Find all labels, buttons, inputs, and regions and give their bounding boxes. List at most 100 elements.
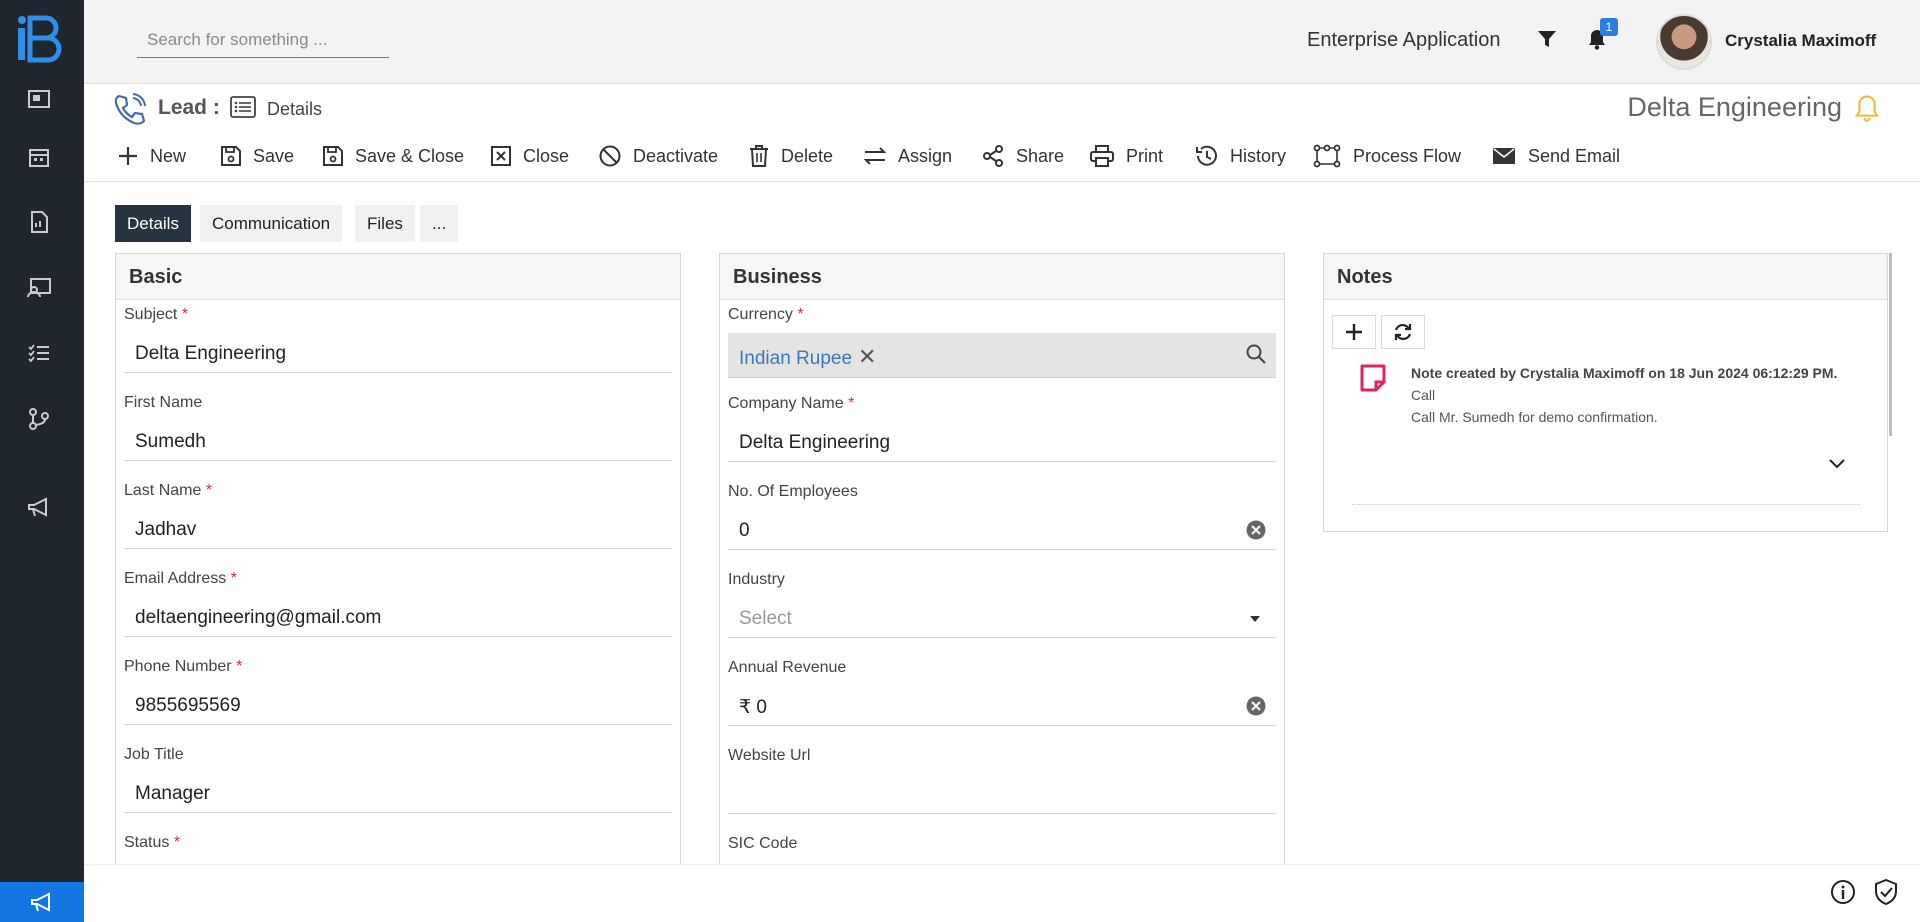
- phone-input[interactable]: 9855695569: [124, 685, 672, 725]
- process-flow-button[interactable]: Process Flow: [1313, 136, 1461, 176]
- list-details-icon: [230, 96, 256, 118]
- phone-lead-icon: [114, 93, 146, 125]
- field-label: Industry: [728, 571, 785, 588]
- trash-icon: [750, 145, 768, 167]
- employees-value: 0: [739, 520, 750, 541]
- field-label: Currency: [728, 306, 793, 323]
- ban-icon: [599, 145, 621, 167]
- app-name[interactable]: Enterprise Application: [1307, 29, 1500, 52]
- calendar-icon[interactable]: [12, 137, 66, 177]
- revenue-value: ₹ 0: [739, 697, 767, 718]
- last-name-input[interactable]: Jadhav: [124, 509, 672, 549]
- contacts-icon[interactable]: [12, 268, 66, 308]
- notification-badge: 1: [1600, 18, 1618, 36]
- info-icon[interactable]: [1830, 879, 1856, 905]
- field-label: SIC Code: [728, 835, 798, 852]
- industry-placeholder: Select: [739, 608, 792, 629]
- shield-check-icon[interactable]: [1874, 879, 1898, 905]
- field-label: Email Address: [124, 570, 227, 587]
- share-button[interactable]: Share: [982, 136, 1064, 176]
- history-label: History: [1230, 145, 1287, 166]
- close-button[interactable]: Close: [491, 136, 569, 176]
- job-title-input[interactable]: Manager: [124, 773, 672, 813]
- process-flow-icon: [1313, 144, 1341, 168]
- announcement-button[interactable]: [0, 882, 84, 922]
- add-note-button[interactable]: [1332, 315, 1376, 349]
- industry-select[interactable]: Select: [728, 598, 1276, 638]
- footer: [84, 864, 1920, 922]
- chevron-down-icon[interactable]: [1828, 458, 1846, 470]
- refresh-notes-button[interactable]: [1381, 315, 1425, 349]
- dropdown-caret-icon: [1250, 616, 1260, 622]
- send-email-label: Send Email: [1528, 145, 1621, 166]
- filter-icon[interactable]: [1537, 29, 1557, 49]
- employees-field: No. Of Employees 0: [728, 483, 1276, 550]
- process-flow-label: Process Flow: [1353, 145, 1462, 166]
- business-panel: Business Currency * Indian Rupee ✕ Compan…: [719, 253, 1285, 865]
- app-logo-icon[interactable]: [16, 14, 64, 64]
- subject-field: Subject * Delta Engineering: [124, 306, 672, 373]
- first-name-field: First Name Sumedh: [124, 394, 672, 461]
- revenue-input[interactable]: ₹ 0: [728, 686, 1276, 726]
- subject-input[interactable]: Delta Engineering: [124, 333, 672, 373]
- view-name[interactable]: Details: [267, 99, 322, 120]
- field-label: Annual Revenue: [728, 659, 847, 676]
- tab-more[interactable]: ...: [420, 205, 459, 242]
- tab-communication[interactable]: Communication: [200, 205, 343, 242]
- refresh-icon: [1394, 323, 1412, 341]
- print-button[interactable]: Print: [1090, 136, 1163, 176]
- save-close-button[interactable]: Save & Close: [323, 136, 464, 176]
- last-name-field: Last Name * Jadhav: [124, 482, 672, 549]
- deactivate-button[interactable]: Deactivate: [599, 136, 718, 176]
- new-button[interactable]: New: [118, 136, 186, 176]
- save-icon: [323, 146, 343, 166]
- status-field: Status *: [124, 834, 181, 851]
- first-name-input[interactable]: Sumedh: [124, 421, 672, 461]
- record-bell-icon[interactable]: [1855, 94, 1879, 122]
- scrollbar[interactable]: [1889, 253, 1892, 436]
- clear-icon[interactable]: [1246, 696, 1266, 716]
- tasks-icon[interactable]: [12, 333, 66, 373]
- tab-files[interactable]: Files: [355, 205, 415, 242]
- phone-field: Phone Number * 9855695569: [124, 658, 672, 725]
- tab-details[interactable]: Details: [115, 205, 191, 242]
- save-label: Save: [253, 145, 295, 166]
- new-label: New: [150, 145, 187, 166]
- delete-button[interactable]: Delete: [749, 136, 833, 176]
- search-input[interactable]: [137, 22, 389, 58]
- workflow-icon[interactable]: [12, 399, 66, 439]
- deactivate-label: Deactivate: [633, 145, 719, 166]
- employees-input[interactable]: 0: [728, 510, 1276, 550]
- field-label: Subject: [124, 306, 178, 323]
- dashboard-icon[interactable]: [12, 80, 66, 120]
- plus-icon: [1346, 324, 1362, 340]
- share-label: Share: [1016, 145, 1065, 166]
- website-input[interactable]: [728, 774, 1276, 814]
- assign-button[interactable]: Assign: [864, 136, 952, 176]
- email-input[interactable]: deltaengineering@gmail.com: [124, 597, 672, 637]
- swap-arrows-icon: [864, 147, 886, 165]
- command-toolbar: New Save Save & Close Close Deactivate D…: [84, 136, 1920, 182]
- remove-currency-icon[interactable]: ✕: [858, 344, 876, 369]
- field-label: Last Name: [124, 482, 202, 499]
- job-title-field: Job Title Manager: [124, 746, 672, 813]
- currency-lookup[interactable]: Indian Rupee ✕: [728, 333, 1276, 378]
- send-email-button[interactable]: Send Email: [1492, 136, 1620, 176]
- note-item: Note created by Crystalia Maximoff on 18…: [1411, 362, 1851, 428]
- company-input[interactable]: Delta Engineering: [728, 422, 1276, 462]
- user-name[interactable]: Crystalia Maximoff: [1725, 31, 1876, 51]
- history-button[interactable]: History: [1194, 136, 1286, 176]
- avatar[interactable]: [1656, 14, 1712, 70]
- search-icon[interactable]: [1246, 344, 1266, 364]
- clear-icon[interactable]: [1246, 520, 1266, 540]
- save-button[interactable]: Save: [221, 136, 294, 176]
- entity-label: Lead :: [158, 96, 220, 119]
- assign-label: Assign: [898, 145, 953, 166]
- note-header: Note created by Crystalia Maximoff on 18…: [1411, 365, 1838, 381]
- campaign-icon[interactable]: [12, 487, 66, 527]
- field-label: No. Of Employees: [728, 483, 858, 500]
- save-close-label: Save & Close: [355, 145, 465, 166]
- report-icon[interactable]: [12, 202, 66, 242]
- field-label: Phone Number: [124, 658, 232, 675]
- currency-value[interactable]: Indian Rupee: [739, 348, 852, 369]
